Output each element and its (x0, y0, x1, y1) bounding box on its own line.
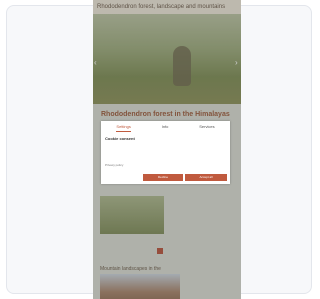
tab-settings[interactable]: Settings (116, 124, 131, 132)
dialog-body-text (105, 141, 226, 163)
decline-button[interactable]: Decline (143, 174, 183, 181)
tab-services[interactable]: Services (199, 124, 214, 132)
dialog-tabs: Settings Info Services (101, 124, 230, 132)
accept-all-button[interactable]: Accept all (185, 174, 227, 181)
privacy-link[interactable]: Privacy policy (105, 163, 123, 167)
cookie-consent-dialog: Settings Info Services Cookie consent Pr… (101, 121, 230, 184)
tab-info[interactable]: Info (162, 124, 169, 132)
